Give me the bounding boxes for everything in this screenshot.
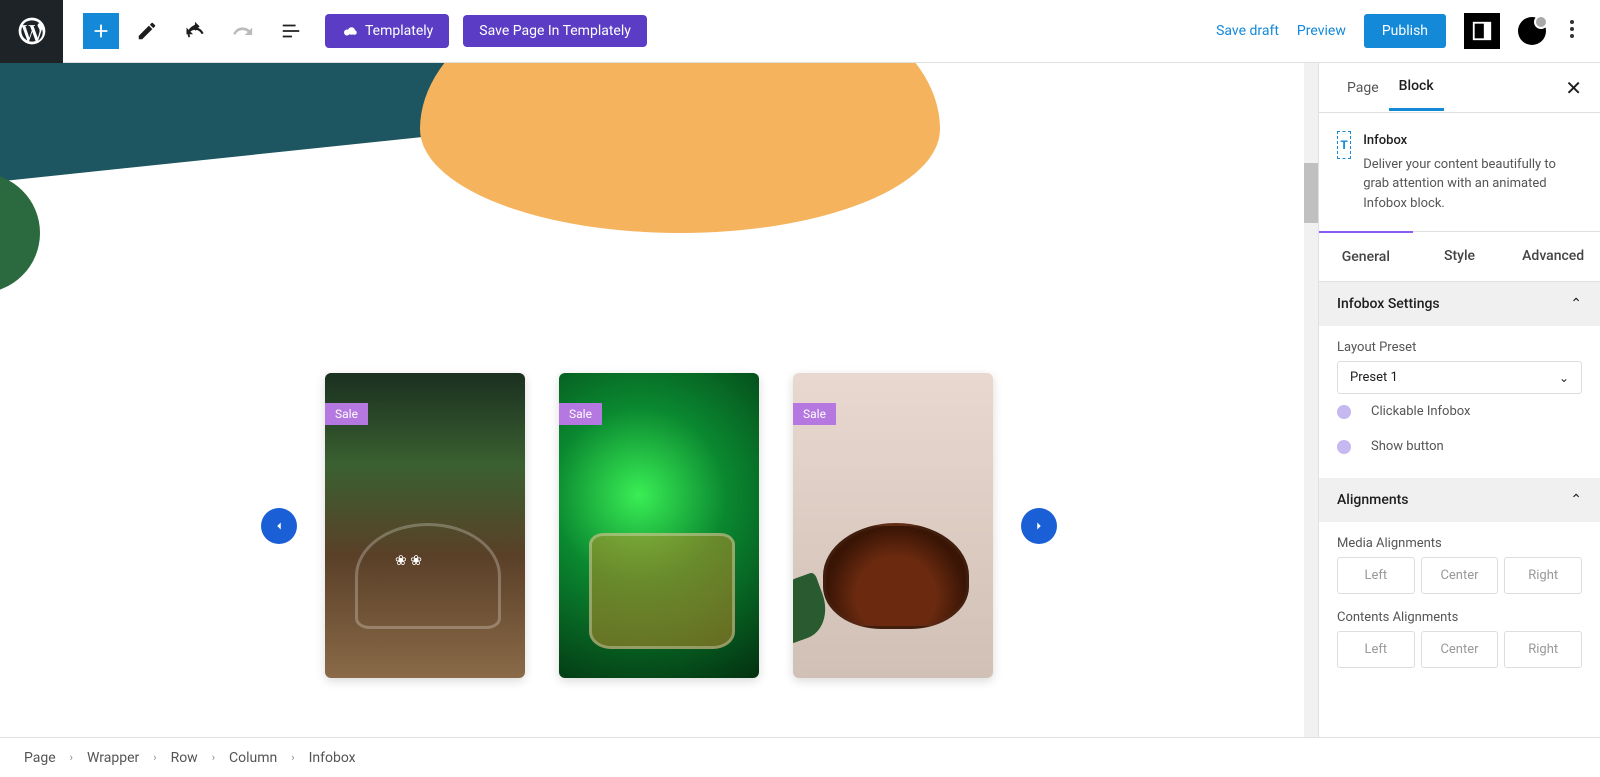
infobox-block-icon: T [1337,131,1351,159]
editor-canvas[interactable]: Sale Sale Sale [0,63,1318,737]
toggle-label: Show button [1371,439,1444,454]
media-alignments-label: Media Alignments [1337,536,1582,551]
canvas-scrollbar[interactable] [1304,63,1318,737]
sale-badge: Sale [559,403,602,425]
decorative-shape-green [0,173,40,293]
subtab-advanced[interactable]: Advanced [1506,231,1600,281]
chevron-up-icon: ⌃ [1570,296,1582,312]
save-page-label: Save Page In Templately [479,23,631,39]
leaf-decoration [793,572,835,645]
content-align-left[interactable]: Left [1337,631,1415,668]
media-align-center[interactable]: Center [1421,557,1499,594]
product-card[interactable]: Sale [325,373,525,678]
block-name-label: Infobox [1363,131,1582,151]
product-card[interactable]: Sale [793,373,993,678]
more-options-icon[interactable] [1564,14,1580,48]
carousel-prev-button[interactable] [261,508,297,544]
edit-icon[interactable] [127,11,167,51]
content-align-center[interactable]: Center [1421,631,1499,668]
select-value: Preset 1 [1350,370,1398,385]
chevron-up-icon: ⌃ [1570,492,1582,508]
toggle-label: Clickable Infobox [1371,404,1471,419]
contents-alignments-label: Contents Alignments [1337,610,1582,625]
block-description: Deliver your content beautifully to grab… [1363,157,1556,211]
crumb-wrapper[interactable]: Wrapper [87,750,139,766]
tab-block[interactable]: Block [1389,64,1444,111]
toggle-show-button[interactable] [1337,440,1351,454]
settings-panel-toggle[interactable] [1464,13,1500,49]
carousel-next-button[interactable] [1021,508,1057,544]
panel-heading: Alignments [1337,492,1409,508]
preview-button[interactable]: Preview [1297,23,1346,39]
crumb-page[interactable]: Page [24,750,56,766]
wordpress-logo[interactable] [0,0,63,63]
product-carousel: Sale Sale Sale [261,373,1057,678]
block-breadcrumb: Page› Wrapper› Row› Column› Infobox [0,737,1600,777]
panel-alignments[interactable]: Alignments ⌃ [1319,478,1600,522]
decorative-shape-orange [420,63,940,233]
crumb-row[interactable]: Row [171,750,198,766]
panel-heading: Infobox Settings [1337,296,1440,312]
subtab-general[interactable]: General [1319,231,1413,281]
layout-preset-select[interactable]: Preset 1 ⌄ [1337,361,1582,394]
undo-icon[interactable] [175,11,215,51]
layout-preset-label: Layout Preset [1337,340,1582,355]
cloud-icon [341,22,359,40]
save-draft-button[interactable]: Save draft [1216,23,1279,39]
toggle-clickable-infobox[interactable] [1337,405,1351,419]
panel-infobox-settings[interactable]: Infobox Settings ⌃ [1319,282,1600,326]
sale-badge: Sale [793,403,836,425]
crumb-column[interactable]: Column [229,750,277,766]
user-avatar[interactable] [1518,17,1546,45]
chevron-down-icon: ⌄ [1559,371,1569,385]
media-align-left[interactable]: Left [1337,557,1415,594]
tab-page[interactable]: Page [1337,66,1389,110]
templately-button[interactable]: Templately [325,14,449,48]
publish-button[interactable]: Publish [1364,14,1446,48]
save-page-templately-button[interactable]: Save Page In Templately [463,15,647,47]
close-sidebar-icon[interactable]: ✕ [1565,76,1582,100]
redo-icon[interactable] [223,11,263,51]
subtab-style[interactable]: Style [1413,231,1507,281]
templately-label: Templately [365,23,433,39]
content-align-right[interactable]: Right [1504,631,1582,668]
crumb-infobox[interactable]: Infobox [309,750,356,766]
add-block-button[interactable] [83,13,119,49]
sale-badge: Sale [325,403,368,425]
list-view-icon[interactable] [271,11,311,51]
media-align-right[interactable]: Right [1504,557,1582,594]
block-settings-sidebar: Page Block ✕ T Infobox Deliver your cont… [1318,63,1600,737]
product-card[interactable]: Sale [559,373,759,678]
